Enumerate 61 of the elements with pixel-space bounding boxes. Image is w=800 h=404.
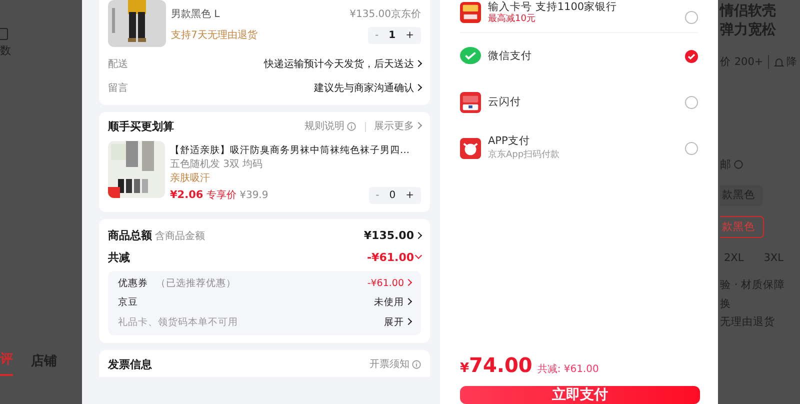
variant-text: 男款黑色 L: [171, 9, 220, 21]
section-title: 发票信息: [108, 358, 152, 372]
spec-text: 五色随机发 3双 均码: [170, 158, 264, 171]
plus-button[interactable]: +: [406, 28, 414, 43]
row-label: 京豆: [118, 297, 138, 309]
minus-button[interactable]: -: [376, 188, 380, 203]
bell-icon: [774, 56, 784, 68]
return-policy-text: 支持7天无理由退货: [171, 30, 258, 42]
card-icon: [460, 92, 481, 112]
total-label: 商品总额: [108, 228, 152, 242]
row-label: 留言: [108, 83, 128, 95]
discount-label: 共减: [108, 250, 130, 264]
radio-button[interactable]: [685, 50, 698, 62]
payment-option[interactable]: 云闪付: [460, 79, 698, 125]
row-label: 配送: [108, 59, 128, 71]
row-hint: （已选推荐优惠）: [156, 278, 236, 289]
discount-amount[interactable]: -¥61.00: [366, 250, 421, 264]
payment-note: 最高减10元: [488, 14, 536, 25]
radio-button[interactable]: [685, 10, 698, 24]
original-price: ¥39.9: [240, 190, 268, 201]
payment-name: 微信支付: [488, 50, 533, 62]
payment-name: 云闪付: [488, 96, 522, 108]
total-price: ¥74.00: [460, 353, 532, 377]
rules-link[interactable]: 规则说明: [304, 120, 344, 133]
price-label: 专享价: [206, 190, 236, 201]
price: ¥135.00: [350, 9, 391, 20]
info-icon: [734, 160, 742, 170]
price: ¥2.06: [170, 188, 204, 201]
total-hint: 含商品金额: [155, 230, 206, 242]
quantity-value: 1: [388, 29, 396, 43]
row-value[interactable]: 建议先与商家沟通确认: [314, 83, 421, 95]
mascot-icon: [460, 138, 481, 158]
tag-text: 亲肤吸汗: [170, 172, 211, 185]
radio-button[interactable]: [685, 96, 698, 108]
pay-button[interactable]: 立即支付: [460, 386, 700, 404]
plus-button[interactable]: +: [406, 188, 414, 203]
radio-button[interactable]: [685, 142, 698, 154]
payment-option[interactable]: APP支付 京东App扫码付款: [460, 125, 698, 171]
payment-option[interactable]: 输入卡号 支持1100家银行 最高减10元: [460, 0, 698, 33]
row-label: 优惠券: [118, 278, 148, 289]
minus-button[interactable]: -: [375, 28, 379, 43]
payment-option[interactable]: 微信支付: [460, 33, 698, 79]
info-icon[interactable]: [347, 122, 356, 132]
invoice-notice-link[interactable]: 开票须知: [370, 358, 410, 371]
section-title: 顺手买更划算: [108, 120, 174, 134]
row-label: 礼品卡、领货码本单不可用: [118, 316, 238, 328]
quantity-value: 0: [389, 188, 396, 203]
saved-amount: 共减: ¥61.00: [537, 364, 599, 376]
show-more-link[interactable]: 展示更多: [374, 120, 421, 133]
total-amount[interactable]: ¥135.00: [364, 228, 421, 242]
price-label: 京东价: [391, 9, 421, 20]
payment-name: 输入卡号 支持1100家银行: [488, 2, 618, 12]
info-icon[interactable]: [412, 360, 421, 370]
rating-icon: [0, 28, 8, 40]
product-title[interactable]: 【舒适亲肤】吸汗防臭商务男袜中筒袜纯色袜子男四…: [170, 145, 421, 157]
payment-name: APP支付: [488, 135, 531, 148]
row-value[interactable]: 未使用: [374, 297, 411, 309]
row-value[interactable]: 快递运输预计今天发货，后天送达: [264, 59, 421, 71]
payment-note: 京东App扫码付款: [488, 150, 561, 161]
chat-bubble-icon: [460, 46, 481, 66]
row-value[interactable]: -¥61.00: [367, 278, 411, 290]
